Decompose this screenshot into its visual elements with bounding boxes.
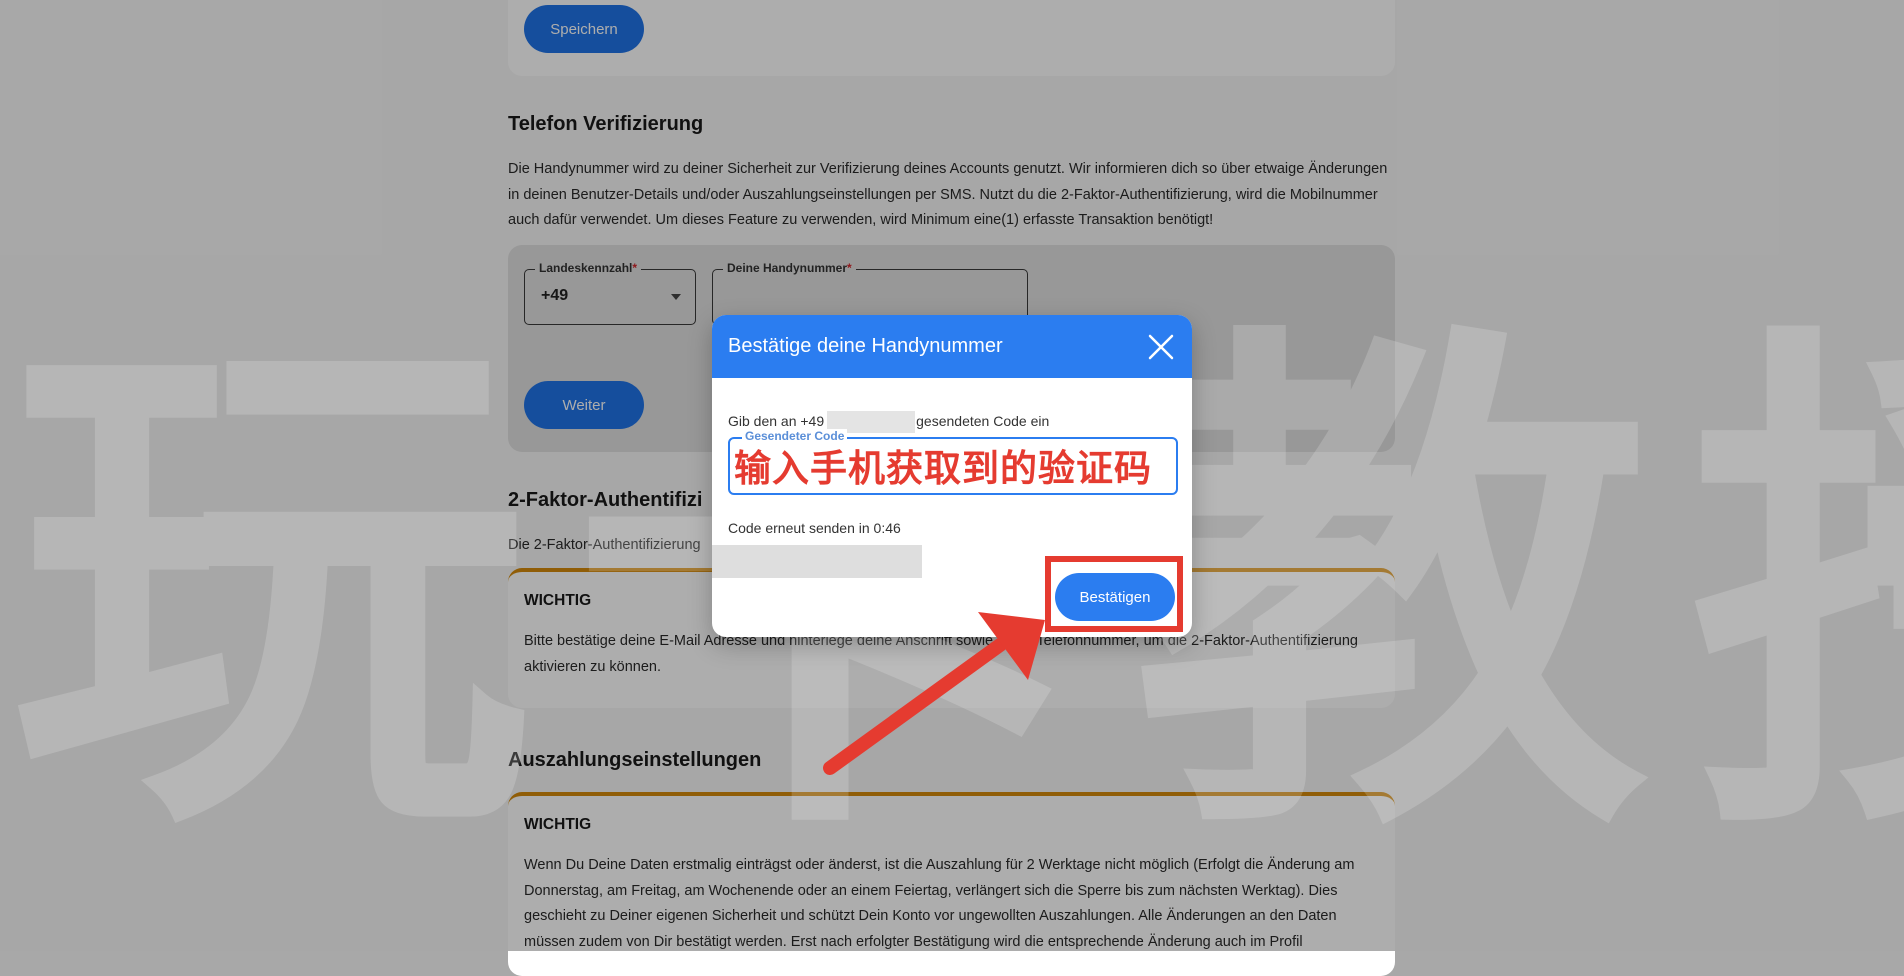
code-field[interactable]: Gesendeter Code xyxy=(728,429,1178,495)
resend-countdown: Code erneut senden in 0:46 xyxy=(728,520,901,536)
code-input[interactable] xyxy=(734,445,1170,485)
close-icon[interactable] xyxy=(1146,332,1176,362)
highlight-box xyxy=(1045,556,1183,632)
code-label: Gesendeter Code xyxy=(742,429,848,443)
dialog-title: Bestätige deine Handynummer xyxy=(728,335,1003,357)
watermark-patch xyxy=(712,545,922,578)
dialog-header: Bestätige deine Handynummer xyxy=(712,315,1192,378)
